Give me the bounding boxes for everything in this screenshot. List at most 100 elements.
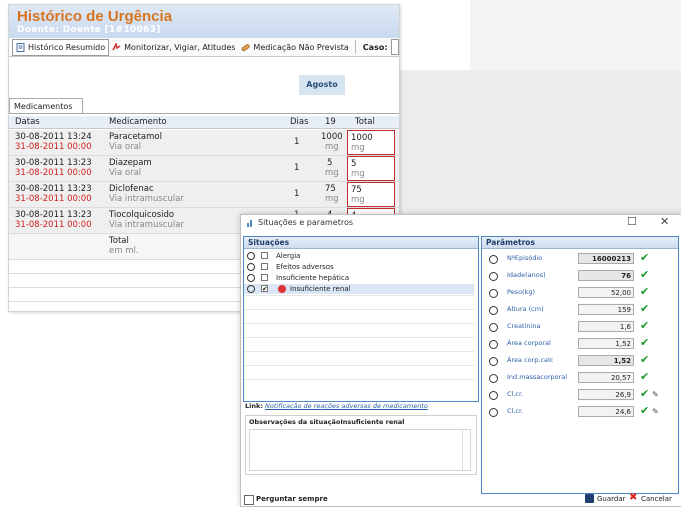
clock-icon[interactable] xyxy=(489,357,498,366)
cancel-icon[interactable]: ✖ xyxy=(629,492,637,503)
param-value[interactable]: 26,9 xyxy=(578,389,634,400)
monitor-button[interactable]: Monitorizar, Vigiar, Atitudes xyxy=(109,40,238,55)
toolbar: Histórico Resumido Monitorizar, Vigiar, … xyxy=(9,38,399,57)
start-date: 30-08-2011 13:23 xyxy=(15,184,92,194)
pencil-icon[interactable]: ✎ xyxy=(652,407,659,416)
adverse-reaction-link[interactable]: Notificação de reações adversas de medic… xyxy=(265,402,428,410)
ask-always-checkbox[interactable] xyxy=(244,495,254,505)
tab-medicamentos[interactable]: Medicamentos xyxy=(9,98,83,114)
save-button[interactable]: Guardar xyxy=(597,495,626,503)
history-summary-button[interactable]: Histórico Resumido xyxy=(12,38,110,56)
table-row[interactable]: 30-08-2011 13:23 31-08-2011 00:00 Diazep… xyxy=(9,156,399,182)
table-row[interactable]: 30-08-2011 13:23 31-08-2011 00:00 Diclof… xyxy=(9,182,399,208)
close-icon[interactable]: ✕ xyxy=(660,215,669,228)
param-value[interactable]: 52,00 xyxy=(578,287,634,298)
days: 1 xyxy=(294,137,300,147)
param-label: Altura (cm) xyxy=(507,305,544,313)
situation-checkbox[interactable] xyxy=(261,252,268,259)
dose-qty: 1000 xyxy=(321,132,343,142)
link-label: Link: xyxy=(245,402,263,410)
pill-icon xyxy=(242,43,251,51)
toolbar-divider xyxy=(354,40,356,54)
patient-subtitle: Doente: Doente [1#10063] xyxy=(17,25,161,35)
situations-header: Situações xyxy=(244,237,478,249)
clock-icon[interactable] xyxy=(489,255,498,264)
col-datas: Datas xyxy=(15,117,40,127)
clock-icon[interactable] xyxy=(489,272,498,281)
col-day: 19 xyxy=(325,117,336,127)
end-date: 31-08-2011 00:00 xyxy=(15,194,92,204)
start-date: 30-08-2011 13:23 xyxy=(15,158,92,168)
total-cell[interactable]: 1000 mg xyxy=(347,130,395,155)
alert-icon xyxy=(278,285,286,293)
document-icon xyxy=(16,42,25,52)
situation-item[interactable]: Efeitos adversos xyxy=(244,262,474,272)
col-dias: Dias xyxy=(290,117,309,127)
window-header: Histórico de Urgência Doente: Doente [1#… xyxy=(9,5,399,38)
param-value[interactable]: 159 xyxy=(578,304,634,315)
check-icon: ✔ xyxy=(640,268,650,281)
clock-icon[interactable] xyxy=(489,408,498,417)
param-row: NºEpisódio 16000213 ✔ xyxy=(482,251,675,268)
cancel-button[interactable]: Cancelar xyxy=(641,495,672,503)
param-value[interactable]: 1,52 xyxy=(578,338,634,349)
drug-name: Diazepam xyxy=(109,158,152,168)
total-unit: mg xyxy=(351,169,365,179)
param-value[interactable]: 1,6 xyxy=(578,321,634,332)
situation-checkbox[interactable] xyxy=(261,274,268,281)
observations-textarea[interactable] xyxy=(249,429,471,471)
param-row: Área corp.calc 1,52 ✔ xyxy=(482,353,675,370)
param-label: Cl.cr. xyxy=(507,407,524,415)
clock-icon[interactable] xyxy=(489,340,498,349)
check-icon: ✔ xyxy=(640,336,650,349)
situation-checkbox[interactable] xyxy=(261,263,268,270)
parameters-header: Parâmetros xyxy=(482,237,678,249)
maximize-icon[interactable]: ☐ xyxy=(627,215,637,228)
case-selector[interactable] xyxy=(390,39,399,55)
clock-icon[interactable] xyxy=(247,252,255,260)
col-total: Total xyxy=(355,117,375,127)
save-icon[interactable] xyxy=(585,494,594,503)
clock-icon[interactable] xyxy=(489,289,498,298)
situation-item[interactable]: Insuficiente hepática xyxy=(244,273,474,283)
dose-qty: 75 xyxy=(325,184,336,194)
clock-icon[interactable] xyxy=(489,374,498,383)
days: 1 xyxy=(294,163,300,173)
situations-panel: Situações Alergia Efeitos adversos Insuf… xyxy=(243,236,479,402)
observations-box: Observações da situaçãoInsuficiente rena… xyxy=(245,415,477,475)
check-icon: ✔ xyxy=(640,285,650,298)
tab-divider xyxy=(9,113,399,114)
table-row[interactable]: 30-08-2011 13:24 31-08-2011 00:00 Parace… xyxy=(9,130,399,156)
clock-icon[interactable] xyxy=(489,306,498,315)
history-summary-label: Histórico Resumido xyxy=(28,42,106,52)
total-unit: mg xyxy=(351,195,365,205)
dose-unit: mg xyxy=(325,168,339,178)
clock-icon[interactable] xyxy=(489,323,498,332)
param-row: Ind.massacorporal 20,57 ✔ xyxy=(482,370,675,387)
total-cell[interactable]: 75 mg xyxy=(347,182,395,207)
total-cell[interactable]: 5 mg xyxy=(347,156,395,181)
clock-icon[interactable] xyxy=(247,285,255,293)
drug-name: Tiocolquicosido xyxy=(109,210,175,220)
situation-label: Insuficiente hepática xyxy=(276,274,350,282)
param-value[interactable]: 24,6 xyxy=(578,406,634,417)
param-label: Ind.massacorporal xyxy=(507,373,568,381)
param-value: 76 xyxy=(578,270,634,281)
situation-item[interactable]: Alergia xyxy=(244,251,474,261)
clock-icon[interactable] xyxy=(247,263,255,271)
grid-line xyxy=(244,295,474,296)
param-value[interactable]: 20,57 xyxy=(578,372,634,383)
unplanned-medication-label: Medicação Não Prevista xyxy=(253,42,349,52)
pencil-icon[interactable]: ✎ xyxy=(652,390,659,399)
param-row: Altura (cm) 159 ✔ xyxy=(482,302,675,319)
param-row: Idade(anos) 76 ✔ xyxy=(482,268,675,285)
textarea-scrollbar[interactable] xyxy=(462,430,469,470)
clock-icon[interactable] xyxy=(489,391,498,400)
situation-checkbox[interactable]: ✔ xyxy=(261,285,268,293)
grid-line xyxy=(244,351,474,352)
unplanned-medication-button[interactable]: Medicação Não Prevista xyxy=(238,40,351,55)
monitor-label: Monitorizar, Vigiar, Atitudes xyxy=(124,42,236,52)
total-unit: mg xyxy=(351,143,365,153)
clock-icon[interactable] xyxy=(247,274,255,282)
situation-item[interactable]: ✔ Insuficiente renal xyxy=(244,284,474,294)
